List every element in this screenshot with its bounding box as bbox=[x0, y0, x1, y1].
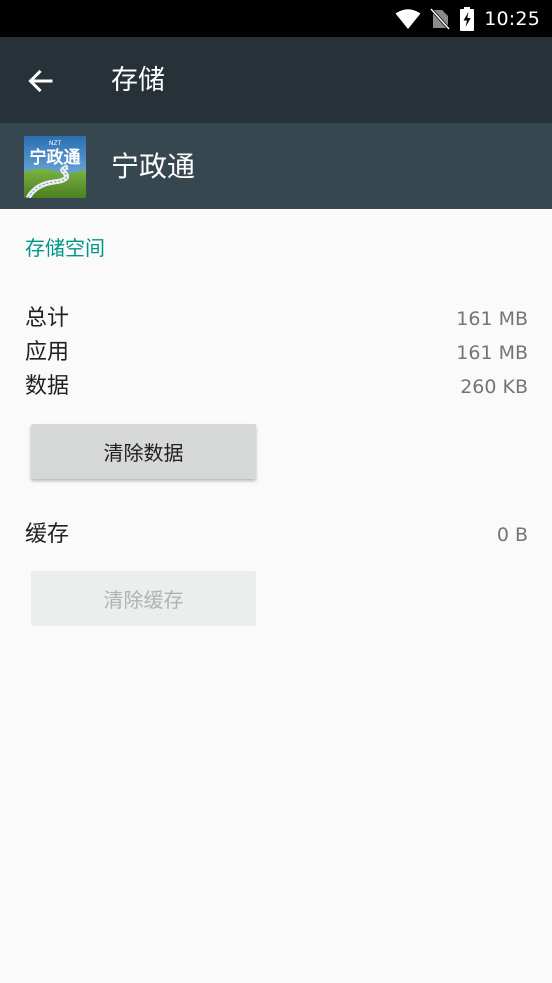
page-title: 存储 bbox=[111, 65, 165, 96]
clear-data-button[interactable]: 清除数据 bbox=[31, 424, 256, 479]
status-icons: 10:25 bbox=[395, 0, 540, 37]
app-size-label: 应用 bbox=[25, 340, 70, 365]
app-icon: NZT 宁政通 bbox=[24, 136, 86, 198]
cache-value: 0 B bbox=[496, 524, 528, 546]
cache-label: 缓存 bbox=[25, 522, 70, 547]
total-label: 总计 bbox=[25, 306, 70, 331]
toolbar: 存储 bbox=[0, 37, 552, 123]
wifi-icon bbox=[395, 8, 421, 30]
arrow-back-icon bbox=[27, 68, 53, 94]
clear-cache-button[interactable]: 清除缓存 bbox=[31, 571, 256, 626]
app-size-value: 161 MB bbox=[456, 342, 528, 364]
status-bar: 10:25 bbox=[0, 0, 552, 37]
app-size-row: 应用 161 MB bbox=[25, 336, 528, 370]
app-icon-small-text: NZT bbox=[49, 140, 62, 147]
cache-row: 缓存 0 B bbox=[25, 518, 528, 552]
storage-section-title: 存储空间 bbox=[25, 236, 105, 260]
data-size-value: 260 KB bbox=[460, 376, 528, 398]
app-icon-text: 宁政通 bbox=[30, 147, 81, 168]
status-time: 10:25 bbox=[484, 7, 540, 30]
data-size-label: 数据 bbox=[25, 374, 70, 399]
battery-charging-icon bbox=[459, 6, 475, 31]
total-row: 总计 161 MB bbox=[25, 302, 528, 336]
no-sim-icon bbox=[430, 7, 451, 30]
back-button[interactable] bbox=[16, 57, 64, 105]
app-header: NZT 宁政通 宁政通 bbox=[0, 123, 552, 209]
app-name: 宁政通 bbox=[111, 150, 196, 183]
total-value: 161 MB bbox=[456, 308, 528, 330]
data-size-row: 数据 260 KB bbox=[25, 370, 528, 404]
